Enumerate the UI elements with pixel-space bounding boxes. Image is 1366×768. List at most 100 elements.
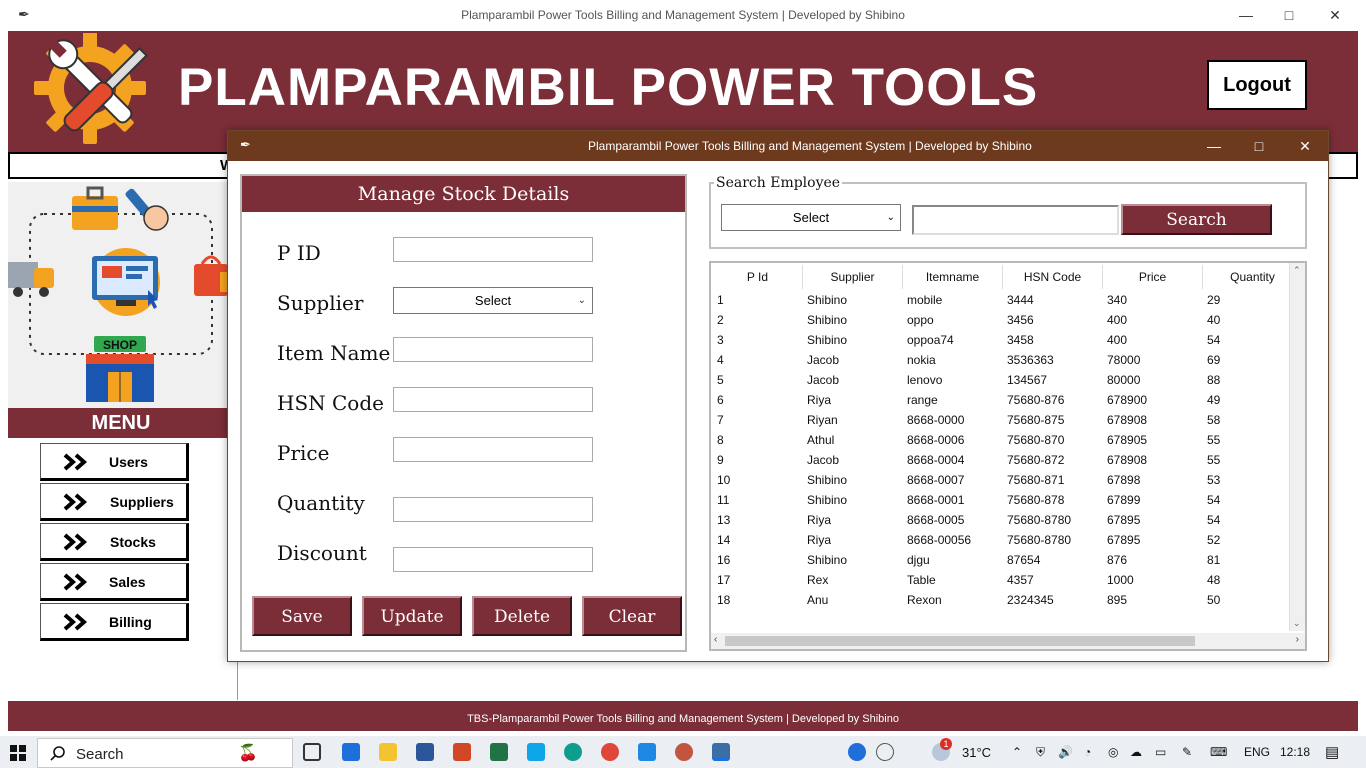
table-row[interactable]: 13 Riya 8668-0005 75680-8780 67895 54 — [713, 510, 1291, 530]
edge-icon[interactable] — [564, 743, 582, 761]
table-row[interactable]: 4 Jacob nokia 3536363 78000 69 — [713, 350, 1291, 370]
wifi-icon[interactable]: ◔ — [1084, 745, 1091, 759]
delete-button[interactable]: Delete — [472, 596, 572, 636]
table-row[interactable]: 16 Shibino djgu 87654 876 81 — [713, 550, 1291, 570]
cell-quantity: 69 — [1207, 353, 1221, 367]
supplier-select-value: Select — [474, 293, 512, 308]
table-row[interactable]: 14 Riya 8668-00056 75680-8780 67895 52 — [713, 530, 1291, 550]
weather-icon[interactable]: 1 — [932, 738, 952, 761]
table-row[interactable]: 8 Athul 8668-0006 75680-870 678905 55 — [713, 430, 1291, 450]
network-icon[interactable]: ◎ — [1108, 745, 1118, 759]
table-row[interactable]: 11 Shibino 8668-0001 75680-878 67899 54 — [713, 490, 1291, 510]
scroll-down-icon[interactable]: ⌄ — [1293, 618, 1301, 629]
supplier-select[interactable]: Select ⌄ — [393, 287, 593, 314]
scroll-up-icon[interactable]: ⌃ — [1293, 265, 1301, 276]
menu-sales-button[interactable]: Sales — [40, 563, 189, 601]
horizontal-scroll-thumb[interactable] — [725, 636, 1195, 646]
cell-supplier: Rex — [807, 573, 829, 587]
table-row[interactable]: 3 Shibino oppoa74 3458 400 54 — [713, 330, 1291, 350]
language-indicator[interactable]: ENG — [1244, 745, 1270, 759]
weather-temperature[interactable]: 31°C — [962, 745, 991, 760]
table-horizontal-scrollbar[interactable]: ‹ › — [711, 633, 1305, 649]
battery-icon[interactable]: ▭ — [1155, 745, 1166, 759]
chevron-up-icon[interactable]: ⌃ — [1012, 745, 1022, 759]
cloud-icon[interactable]: ☁ — [1130, 745, 1142, 759]
dialog-close-button[interactable]: ✕ — [1282, 131, 1328, 161]
menu-users-label: Users — [109, 454, 148, 470]
column-header-price[interactable]: Price — [1103, 265, 1203, 289]
column-header-pid[interactable]: P Id — [713, 265, 803, 289]
search-input[interactable] — [912, 205, 1119, 235]
python-window-app-icon[interactable] — [712, 743, 730, 761]
table-vertical-scrollbar[interactable]: ⌃ ⌄ — [1289, 263, 1305, 631]
maximize-button[interactable]: □ — [1266, 0, 1312, 31]
table-row[interactable]: 7 Riyan 8668-0000 75680-875 678908 58 — [713, 410, 1291, 430]
cell-quantity: 54 — [1207, 493, 1221, 507]
table-row[interactable]: 10 Shibino 8668-0007 75680-871 67898 53 — [713, 470, 1291, 490]
column-header-quantity[interactable]: Quantity — [1203, 265, 1303, 289]
chevron-down-icon: ⌄ — [577, 295, 586, 306]
cell-price: 895 — [1107, 593, 1128, 607]
terminal-icon[interactable] — [527, 743, 545, 761]
logout-button[interactable]: Logout — [1207, 60, 1307, 110]
security-shield-icon[interactable]: ⛨ — [1036, 745, 1045, 760]
help-icon[interactable] — [848, 743, 866, 761]
minimize-button[interactable]: — — [1223, 0, 1269, 31]
word-icon[interactable] — [416, 743, 434, 761]
table-row[interactable]: 6 Riya range 75680-876 678900 49 — [713, 390, 1291, 410]
clock-time[interactable]: 12:18 — [1280, 745, 1310, 759]
python-feather-app-icon[interactable] — [675, 743, 693, 761]
excel-icon[interactable] — [490, 743, 508, 761]
side-menu: Users Suppliers Stocks Sales Billing — [8, 438, 238, 700]
cell-hsn-code: 4357 — [1007, 573, 1034, 587]
pen-icon[interactable]: ✎ — [1182, 745, 1192, 759]
scroll-right-icon[interactable]: › — [1296, 634, 1299, 645]
clear-button[interactable]: Clear — [582, 596, 682, 636]
column-header-itemname[interactable]: Itemname — [903, 265, 1003, 289]
update-button[interactable]: Update — [362, 596, 462, 636]
cell-itemname: 8668-0004 — [907, 453, 965, 467]
item-name-input[interactable] — [393, 337, 593, 362]
powerpoint-icon[interactable] — [453, 743, 471, 761]
dialog-minimize-button[interactable]: — — [1191, 131, 1237, 161]
scroll-left-icon[interactable]: ‹ — [714, 634, 717, 645]
windows-start-icon[interactable] — [10, 745, 26, 761]
table-row[interactable]: 9 Jacob 8668-0004 75680-872 678908 55 — [713, 450, 1291, 470]
notifications-icon[interactable]: ▤ — [1325, 743, 1339, 761]
cell-hsn-code: 75680-872 — [1007, 453, 1065, 467]
volume-icon[interactable]: 🔊 — [1058, 745, 1073, 759]
table-row[interactable]: 5 Jacob lenovo 134567 80000 88 — [713, 370, 1291, 390]
taskbar-search-box[interactable]: Search 🍒 — [37, 738, 293, 768]
keyboard-icon[interactable]: ⌨ — [1210, 745, 1227, 759]
price-label: Price — [277, 441, 330, 465]
table-row[interactable]: 1 Shibino mobile 3444 340 29 — [713, 290, 1291, 310]
price-input[interactable] — [393, 437, 593, 462]
dialog-maximize-button[interactable]: □ — [1236, 131, 1282, 161]
quantity-input[interactable] — [393, 497, 593, 522]
people-icon[interactable] — [876, 743, 894, 761]
chrome-icon[interactable] — [601, 743, 619, 761]
file-explorer-icon[interactable] — [379, 743, 397, 761]
column-header-hsn-code[interactable]: HSN Code — [1003, 265, 1103, 289]
cell-itemname: 8668-0006 — [907, 433, 965, 447]
search-button[interactable]: Search — [1121, 204, 1272, 235]
mail-icon[interactable] — [342, 743, 360, 761]
menu-stocks-button[interactable]: Stocks — [40, 523, 189, 561]
menu-users-button[interactable]: Users — [40, 443, 189, 481]
column-header-supplier[interactable]: Supplier — [803, 265, 903, 289]
double-chevron-right-icon — [63, 533, 88, 551]
menu-suppliers-button[interactable]: Suppliers — [40, 483, 189, 521]
pid-input[interactable] — [393, 237, 593, 262]
table-row[interactable]: 2 Shibino oppo 3456 400 40 — [713, 310, 1291, 330]
discount-input[interactable] — [393, 547, 593, 572]
menu-billing-button[interactable]: Billing — [40, 603, 189, 641]
task-view-icon[interactable] — [303, 743, 321, 761]
save-button[interactable]: Save — [252, 596, 352, 636]
table-row[interactable]: 17 Rex Table 4357 1000 48 — [713, 570, 1291, 590]
cell-hsn-code: 75680-8780 — [1007, 513, 1072, 527]
hsn-code-input[interactable] — [393, 387, 593, 412]
close-button[interactable]: ✕ — [1312, 0, 1358, 31]
vscode-icon[interactable] — [638, 743, 656, 761]
search-field-select[interactable]: Select ⌄ — [721, 204, 901, 231]
table-row[interactable]: 18 Anu Rexon 2324345 895 50 — [713, 590, 1291, 610]
